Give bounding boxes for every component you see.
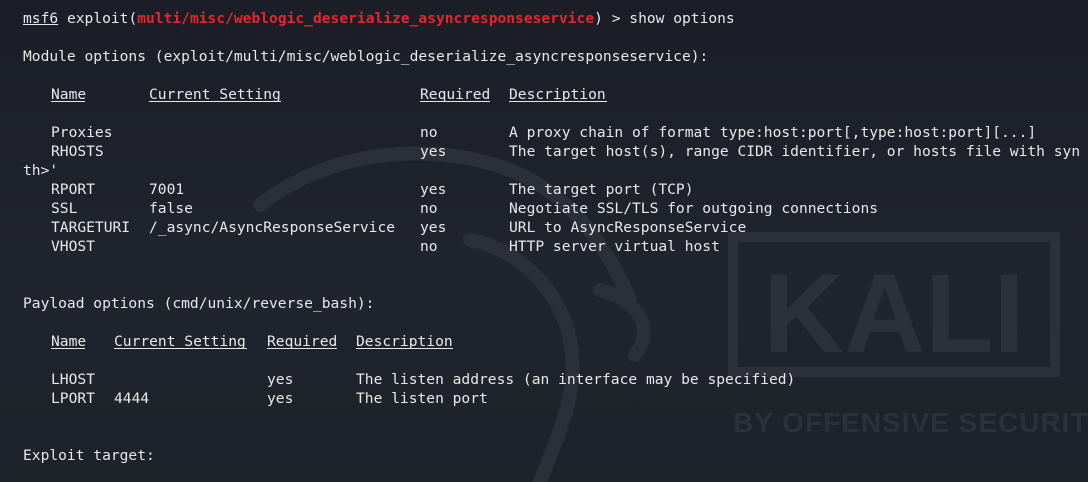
option-setting: 4444: [114, 390, 150, 407]
prompt-app-name: msf6: [23, 10, 59, 27]
module-col-description-rule: [509, 101, 607, 102]
option-name: SSL: [51, 200, 78, 217]
payload-col-required-rule: [267, 348, 337, 349]
prompt-command-suffix: ) > show options: [594, 10, 735, 27]
option-required: yes: [267, 390, 294, 407]
payload-col-name-rule: [51, 348, 85, 349]
option-description: HTTP server virtual host: [509, 238, 720, 255]
module-col-required-rule: [420, 101, 490, 102]
option-description: URL to AsyncResponseService: [509, 219, 747, 236]
option-setting: 7001: [149, 181, 185, 198]
table-row: LPORT 4444 yes The listen port: [0, 389, 1088, 408]
option-name: RHOSTS: [51, 143, 104, 160]
payload-col-setting-rule: [114, 348, 247, 349]
option-required: no: [420, 200, 438, 217]
payload-col-description-rule: [356, 348, 453, 349]
wrapped-text-fragment: th>': [23, 162, 59, 179]
module-options-heading: Module options (exploit/multi/misc/weblo…: [23, 48, 709, 65]
prompt-command-prefix: exploit(: [66, 10, 138, 27]
option-name: TARGETURI: [51, 219, 131, 236]
table-row: SSL false no Negotiate SSL/TLS for outgo…: [0, 199, 1088, 218]
option-required: no: [420, 238, 438, 255]
option-name: Proxies: [51, 124, 113, 141]
option-required: yes: [420, 219, 447, 236]
option-name: LHOST: [51, 371, 95, 388]
terminal-output: msf6 exploit(multi/misc/weblogic_deseria…: [0, 0, 1088, 482]
option-description: The target port (TCP): [509, 181, 694, 198]
payload-options-header-row: Name Current Setting Required Descriptio…: [0, 332, 1088, 351]
module-options-header-row: Name Current Setting Required Descriptio…: [0, 85, 1088, 104]
option-name: RPORT: [51, 181, 95, 198]
option-required: yes: [420, 181, 447, 198]
option-description: The target host(s), range CIDR identifie…: [509, 143, 1081, 160]
payload-options-heading: Payload options (cmd/unix/reverse_bash):: [23, 295, 375, 312]
table-row: RPORT 7001 yes The target port (TCP): [0, 180, 1088, 199]
option-required: no: [420, 124, 438, 141]
option-description: The listen address (an interface may be …: [356, 371, 796, 388]
prompt-module-path: multi/misc/weblogic_deserialize_asyncres…: [137, 10, 595, 27]
option-setting: false: [149, 200, 193, 217]
command-prompt: msf6 exploit(multi/misc/weblogic_deseria…: [23, 9, 735, 28]
terminal-window[interactable]: KALI BY OFFENSIVE SECURITY msf6 exploit(…: [0, 0, 1088, 482]
option-description: A proxy chain of format type:host:port[,…: [509, 124, 1037, 141]
option-name: VHOST: [51, 238, 95, 255]
table-row: TARGETURI /_async/AsyncResponseService y…: [0, 218, 1088, 237]
option-name: LPORT: [51, 390, 95, 407]
module-col-name-rule: [51, 101, 85, 102]
table-row: LHOST yes The listen address (an interfa…: [0, 370, 1088, 389]
table-row: Proxies no A proxy chain of format type:…: [0, 123, 1088, 142]
module-col-setting-rule: [149, 101, 281, 102]
option-description: The listen port: [356, 390, 488, 407]
option-required: yes: [420, 143, 447, 160]
exploit-target-heading: Exploit target:: [23, 447, 155, 464]
option-description: Negotiate SSL/TLS for outgoing connectio…: [509, 200, 879, 217]
table-row: RHOSTS yes The target host(s), range CID…: [0, 142, 1088, 161]
option-setting: /_async/AsyncResponseService: [149, 219, 396, 236]
option-required: yes: [267, 371, 294, 388]
table-row: VHOST no HTTP server virtual host: [0, 237, 1088, 256]
